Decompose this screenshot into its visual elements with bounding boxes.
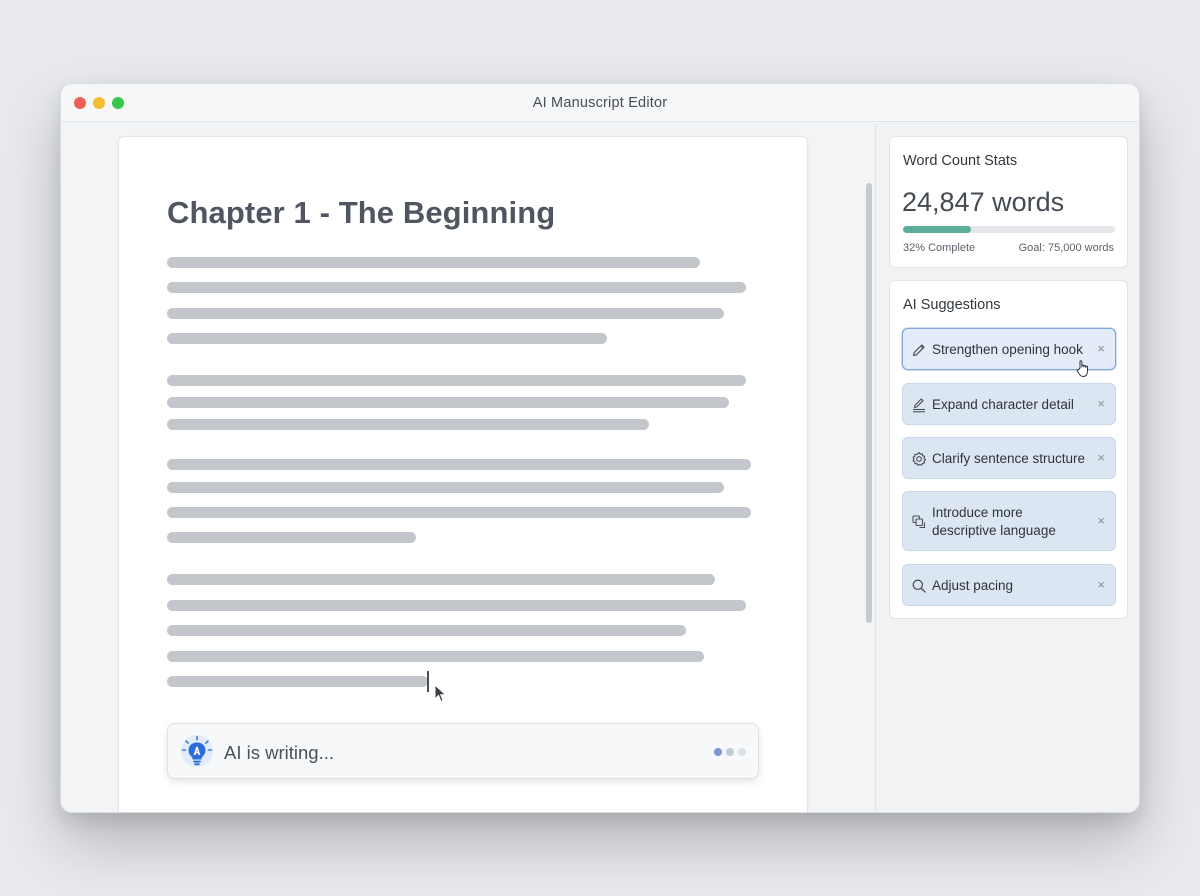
editor-area: Chapter 1 - The Beginning AI is writing.… bbox=[61, 123, 876, 812]
text-line[interactable] bbox=[167, 397, 729, 408]
pencil-icon bbox=[912, 344, 925, 357]
text-line[interactable] bbox=[167, 651, 704, 662]
stats-heading: Word Count Stats bbox=[903, 153, 1018, 169]
ai-suggestions-card: AI Suggestions Strengthen opening hook × bbox=[889, 280, 1128, 619]
progress-bar bbox=[903, 226, 1115, 233]
manuscript-page[interactable]: Chapter 1 - The Beginning AI is writing.… bbox=[118, 136, 808, 812]
suggestion-label: Adjust pacing bbox=[932, 578, 1014, 593]
goal-label: Goal: 75,000 words bbox=[1018, 242, 1114, 254]
progress-fill bbox=[903, 226, 971, 233]
close-icon[interactable]: × bbox=[1097, 577, 1105, 592]
ai-status-text: AI is writing... bbox=[224, 742, 334, 763]
text-line[interactable] bbox=[167, 676, 428, 687]
suggestion-label: Clarify sentence structure bbox=[932, 451, 1086, 466]
suggestion-expand-character-detail[interactable]: Expand character detail × bbox=[902, 383, 1116, 425]
text-line[interactable] bbox=[167, 308, 724, 319]
close-icon[interactable]: × bbox=[1097, 396, 1105, 411]
text-line[interactable] bbox=[167, 459, 751, 470]
suggestion-clarify-sentence-structure[interactable]: Clarify sentence structure × bbox=[902, 437, 1116, 479]
text-caret bbox=[427, 671, 429, 692]
text-line[interactable] bbox=[167, 257, 700, 268]
typing-indicator-dot bbox=[714, 748, 722, 756]
edit-lines-icon bbox=[913, 398, 925, 413]
progress-percent-label: 32% Complete bbox=[903, 242, 976, 254]
text-line[interactable] bbox=[167, 507, 751, 518]
word-count-stats-card: Word Count Stats 24,847 words 32% Comple… bbox=[889, 136, 1128, 268]
close-icon[interactable]: × bbox=[1097, 341, 1105, 356]
suggestion-strengthen-opening-hook[interactable]: Strengthen opening hook × bbox=[902, 328, 1116, 377]
suggestions-heading: AI Suggestions bbox=[903, 297, 1001, 313]
lightbulb-ai-icon bbox=[181, 735, 213, 767]
title-bar: AI Manuscript Editor bbox=[61, 84, 1139, 122]
suggestion-label: Introduce more descriptive language bbox=[932, 505, 1056, 538]
suggestion-label: Strengthen opening hook bbox=[932, 342, 1083, 357]
hand-pointer-icon bbox=[1076, 360, 1088, 377]
text-line[interactable] bbox=[167, 282, 746, 293]
editor-scrollbar[interactable] bbox=[866, 183, 872, 623]
right-sidebar: Word Count Stats 24,847 words 32% Comple… bbox=[875, 123, 1139, 812]
text-line[interactable] bbox=[167, 600, 746, 611]
text-line[interactable] bbox=[167, 532, 416, 543]
text-line[interactable] bbox=[167, 333, 607, 344]
app-window: AI Manuscript Editor Chapter 1 - The Beg… bbox=[60, 83, 1140, 813]
chapter-title[interactable]: Chapter 1 - The Beginning bbox=[167, 195, 555, 231]
text-line[interactable] bbox=[167, 375, 746, 386]
layers-icon bbox=[912, 515, 926, 529]
mouse-pointer-icon bbox=[434, 684, 447, 703]
word-count-value: 24,847 words bbox=[902, 187, 1065, 217]
typing-indicator-dot bbox=[738, 748, 746, 756]
text-line[interactable] bbox=[167, 482, 724, 493]
close-icon[interactable]: × bbox=[1097, 513, 1105, 528]
text-line[interactable] bbox=[167, 419, 649, 430]
typing-indicator-dot bbox=[726, 748, 734, 756]
gear-icon bbox=[912, 451, 927, 466]
window-title: AI Manuscript Editor bbox=[532, 95, 668, 111]
ai-status-bar: AI is writing... bbox=[167, 723, 759, 779]
search-icon bbox=[912, 579, 926, 593]
text-line[interactable] bbox=[167, 574, 715, 585]
suggestion-label: Expand character detail bbox=[932, 397, 1074, 412]
suggestion-adjust-pacing[interactable]: Adjust pacing × bbox=[902, 564, 1116, 606]
close-icon[interactable]: × bbox=[1097, 450, 1105, 465]
suggestion-introduce-descriptive-language[interactable]: Introduce more descriptive language × bbox=[902, 491, 1116, 551]
text-line[interactable] bbox=[167, 625, 686, 636]
